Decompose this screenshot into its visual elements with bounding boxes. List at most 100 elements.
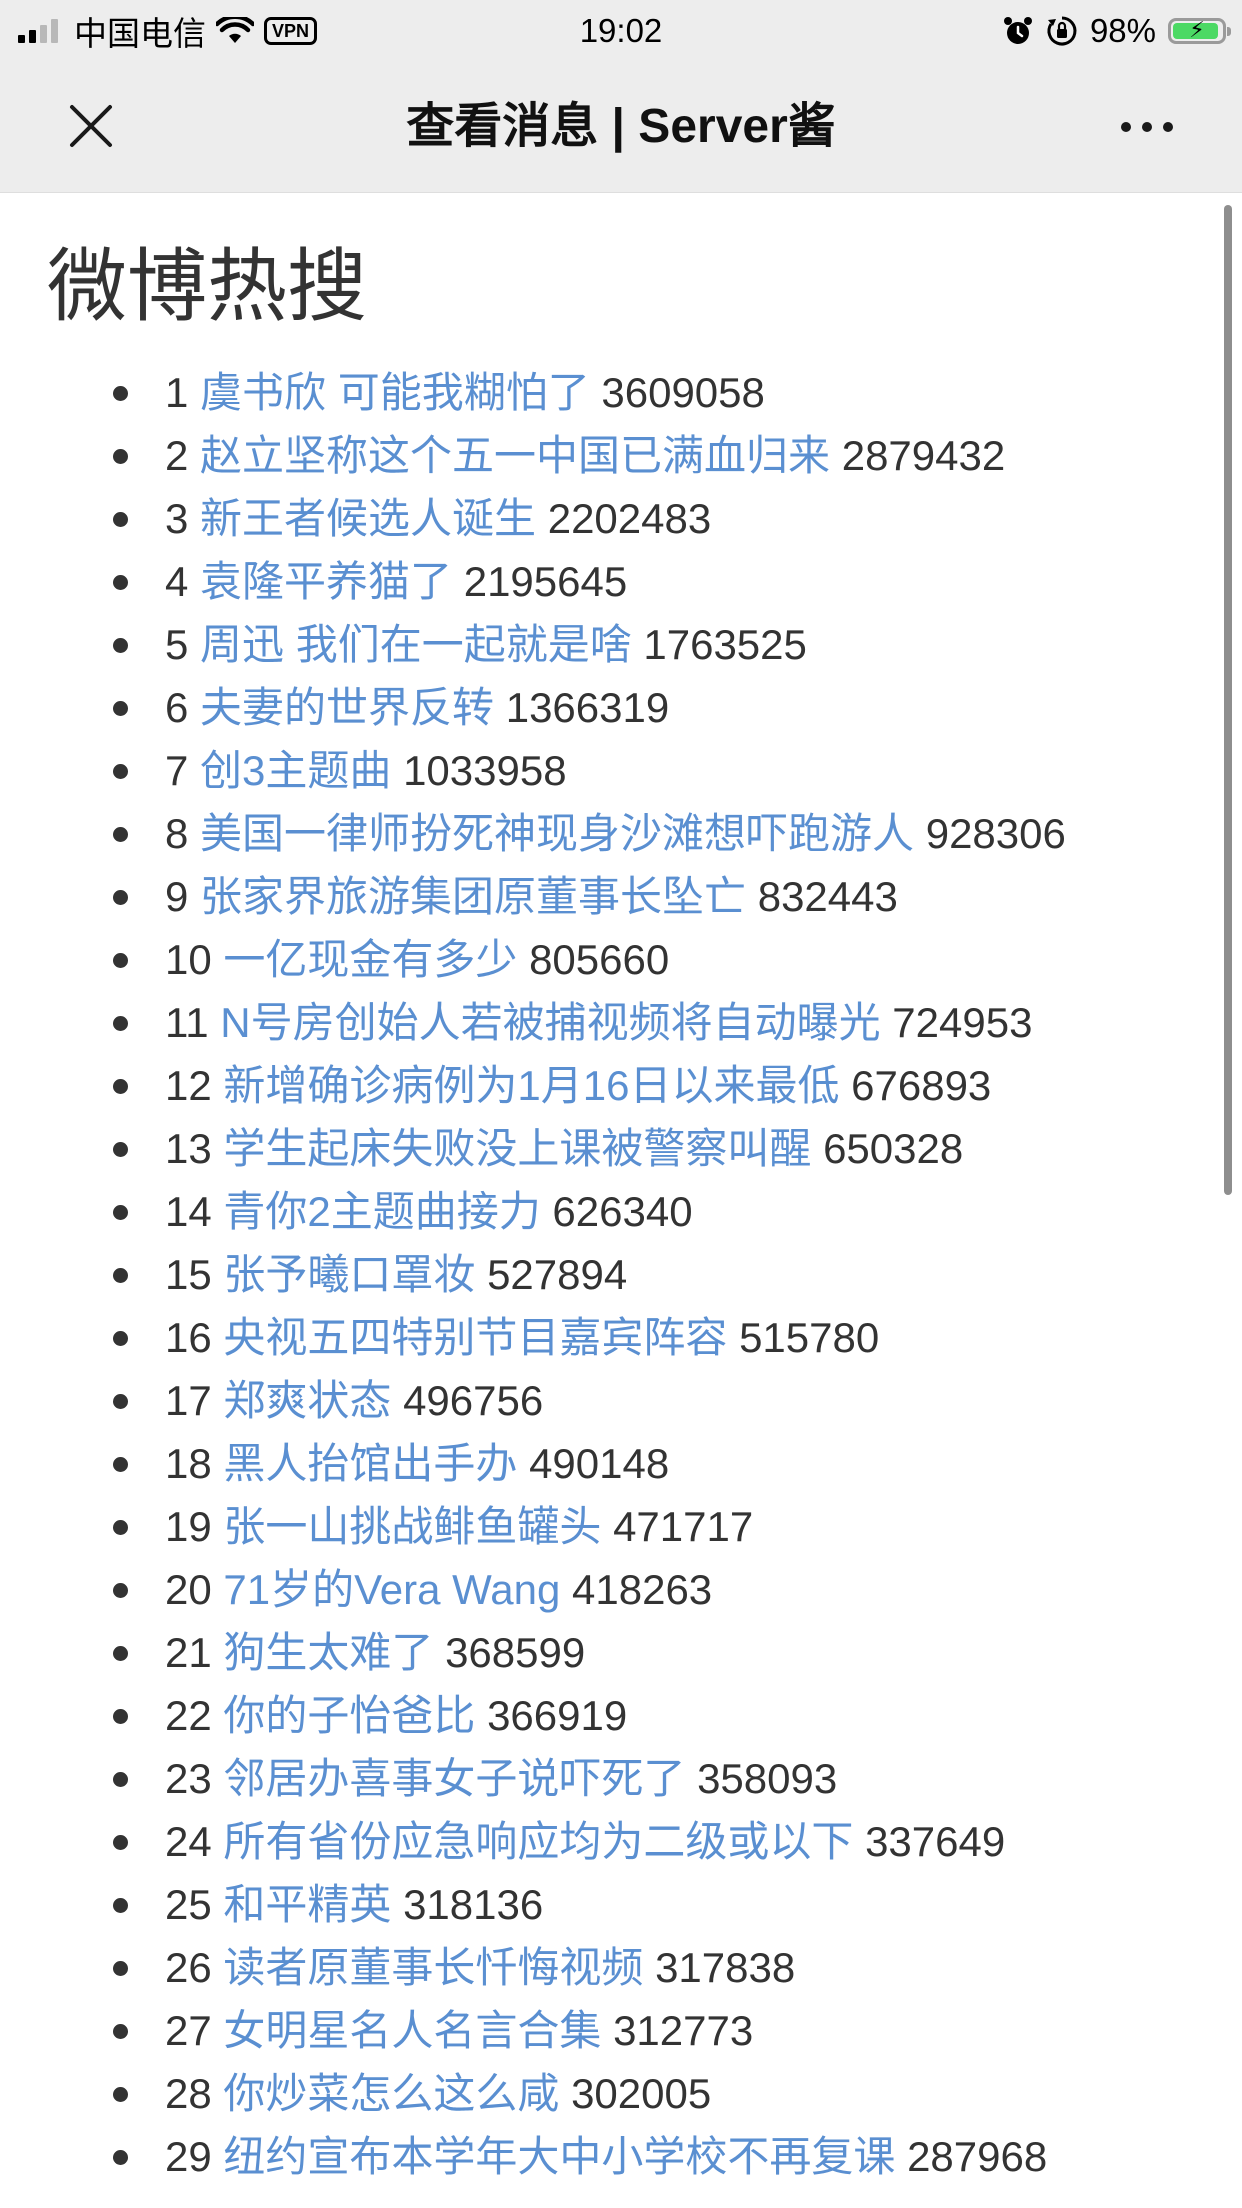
rank-number: 5: [165, 621, 189, 668]
topic-link[interactable]: 71岁的Vera Wang: [223, 1566, 560, 1613]
topic-link[interactable]: 你炒菜怎么这么咸: [223, 2070, 559, 2117]
bullet-icon: [113, 1457, 128, 1472]
bullet-icon: [113, 512, 128, 527]
bullet-icon: [113, 1646, 128, 1661]
status-bar-right: 98% ⚡: [1002, 8, 1231, 54]
topic-link[interactable]: 袁隆平养猫了: [200, 558, 452, 605]
topic-link[interactable]: N号房创始人若被捕视频将自动曝光: [220, 999, 880, 1046]
topic-link[interactable]: 夫妻的世界反转: [200, 684, 494, 731]
bullet-icon: [113, 638, 128, 653]
bullet-icon: [113, 1331, 128, 1346]
list-item: 5 周迅 我们在一起就是啥 1763525: [0, 613, 1200, 676]
list-item: 4 袁隆平养猫了 2195645: [0, 550, 1200, 613]
topic-link[interactable]: 一亿现金有多少: [223, 936, 517, 983]
bullet-icon: [113, 2024, 128, 2039]
close-icon[interactable]: [62, 97, 122, 157]
list-item: 24 所有省份应急响应均为二级或以下 337649: [0, 1810, 1200, 1873]
list-item: 26 读者原董事长忏悔视频 317838: [0, 1936, 1200, 1999]
topic-link[interactable]: 狗生太难了: [223, 1629, 433, 1676]
heat-count: 650328: [823, 1125, 964, 1172]
heat-count: 312773: [613, 2007, 754, 2054]
topic-link[interactable]: 读者原董事长忏悔视频: [223, 1944, 643, 1991]
list-item: 15 张予曦口罩妆 527894: [0, 1243, 1200, 1306]
list-item: 1 虞书欣 可能我糊怕了 3609058: [0, 361, 1200, 424]
topic-link[interactable]: 新王者候选人诞生: [200, 495, 536, 542]
scrollbar[interactable]: [1224, 205, 1232, 1195]
list-item: 28 你炒菜怎么这么咸 302005: [0, 2062, 1200, 2125]
list-item: 21 狗生太难了 368599: [0, 1621, 1200, 1684]
rank-number: 2: [165, 432, 189, 479]
nav-bar: 查看消息 | Server酱: [0, 62, 1242, 193]
list-item: 16 央视五四特别节目嘉宾阵容 515780: [0, 1306, 1200, 1369]
topic-link[interactable]: 美国一律师扮死神现身沙滩想吓跑游人: [200, 810, 914, 857]
bullet-icon: [113, 2087, 128, 2102]
topic-link[interactable]: 央视五四特别节目嘉宾阵容: [223, 1314, 727, 1361]
bullet-icon: [113, 1520, 128, 1535]
topic-link[interactable]: 创3主题曲: [200, 747, 391, 794]
heat-count: 2202483: [547, 495, 712, 542]
heat-count: 471717: [613, 1503, 754, 1550]
rotation-lock-icon: [1047, 16, 1077, 46]
heat-count: 724953: [892, 999, 1033, 1046]
bullet-icon: [113, 1772, 128, 1787]
topic-link[interactable]: 郑爽状态: [223, 1377, 391, 1424]
rank-number: 16: [165, 1314, 212, 1361]
heat-count: 832443: [757, 873, 898, 920]
topic-link[interactable]: 纽约宣布本学年大中小学校不再复课: [223, 2133, 895, 2180]
heat-count: 318136: [403, 1881, 544, 1928]
bullet-icon: [113, 1961, 128, 1976]
list-item: 19 张一山挑战鲱鱼罐头 471717: [0, 1495, 1200, 1558]
nav-title: 查看消息 | Server酱: [406, 100, 836, 153]
topic-link[interactable]: 黑人抬馆出手办: [223, 1440, 517, 1487]
bullet-icon: [113, 1205, 128, 1220]
bullet-icon: [113, 827, 128, 842]
more-icon[interactable]: [1102, 107, 1192, 147]
bullet-icon: [113, 1079, 128, 1094]
rank-number: 21: [165, 1629, 212, 1676]
list-item: 22 你的子怡爸比 366919: [0, 1684, 1200, 1747]
topic-link[interactable]: 和平精英: [223, 1881, 391, 1928]
heat-count: 418263: [572, 1566, 713, 1613]
topic-link[interactable]: 虞书欣 可能我糊怕了: [200, 369, 590, 416]
topic-link[interactable]: 赵立坚称这个五一中国已满血归来: [200, 432, 830, 479]
rank-number: 7: [165, 747, 189, 794]
topic-link[interactable]: 学生起床失败没上课被警察叫醒: [223, 1125, 811, 1172]
heat-count: 1763525: [643, 621, 807, 668]
topic-link[interactable]: 新增确诊病例为1月16日以来最低: [223, 1062, 839, 1109]
topic-link[interactable]: 女明星名人名言合集: [223, 2007, 601, 2054]
heat-count: 676893: [851, 1062, 992, 1109]
rank-number: 17: [165, 1377, 212, 1424]
heat-count: 366919: [487, 1692, 628, 1739]
topic-link[interactable]: 所有省份应急响应均为二级或以下: [223, 1818, 853, 1865]
bullet-icon: [113, 449, 128, 464]
topic-link[interactable]: 张予曦口罩妆: [223, 1251, 475, 1298]
rank-number: 26: [165, 1944, 212, 1991]
list-item: 29 纽约宣布本学年大中小学校不再复课 287968: [0, 2125, 1200, 2188]
topic-link[interactable]: 你的子怡爸比: [223, 1692, 475, 1739]
rank-number: 24: [165, 1818, 212, 1865]
bullet-icon: [113, 1709, 128, 1724]
heat-count: 527894: [487, 1251, 628, 1298]
list-item: 23 邻居办喜事女子说吓死了 358093: [0, 1747, 1200, 1810]
bullet-icon: [113, 1835, 128, 1850]
topic-link[interactable]: 青你2主题曲接力: [223, 1188, 540, 1235]
topic-link[interactable]: 周迅 我们在一起就是啥: [200, 621, 632, 668]
charging-bolt-icon: ⚡: [1189, 17, 1205, 42]
rank-number: 20: [165, 1566, 212, 1613]
heat-count: 317838: [655, 1944, 796, 1991]
heat-count: 337649: [865, 1818, 1006, 1865]
heat-count: 805660: [529, 936, 670, 983]
rank-number: 18: [165, 1440, 212, 1487]
heat-count: 358093: [697, 1755, 838, 1802]
topic-link[interactable]: 张家界旅游集团原董事长坠亡: [200, 873, 746, 920]
topic-link[interactable]: 张一山挑战鲱鱼罐头: [223, 1503, 601, 1550]
bullet-icon: [113, 1394, 128, 1409]
battery-charging-icon: ⚡: [1168, 17, 1231, 44]
message-content[interactable]: 微博热搜 1 虞书欣 可能我糊怕了 3609058 2 赵立坚称这个五一中国已满血…: [0, 193, 1242, 2208]
topic-link[interactable]: 邻居办喜事女子说吓死了: [223, 1755, 685, 1802]
rank-number: 1: [165, 369, 189, 416]
heat-count: 302005: [571, 2070, 712, 2117]
list-item: 18 黑人抬馆出手办 490148: [0, 1432, 1200, 1495]
list-item: 6 夫妻的世界反转 1366319: [0, 676, 1200, 739]
page-heading: 微博热搜: [47, 242, 367, 331]
